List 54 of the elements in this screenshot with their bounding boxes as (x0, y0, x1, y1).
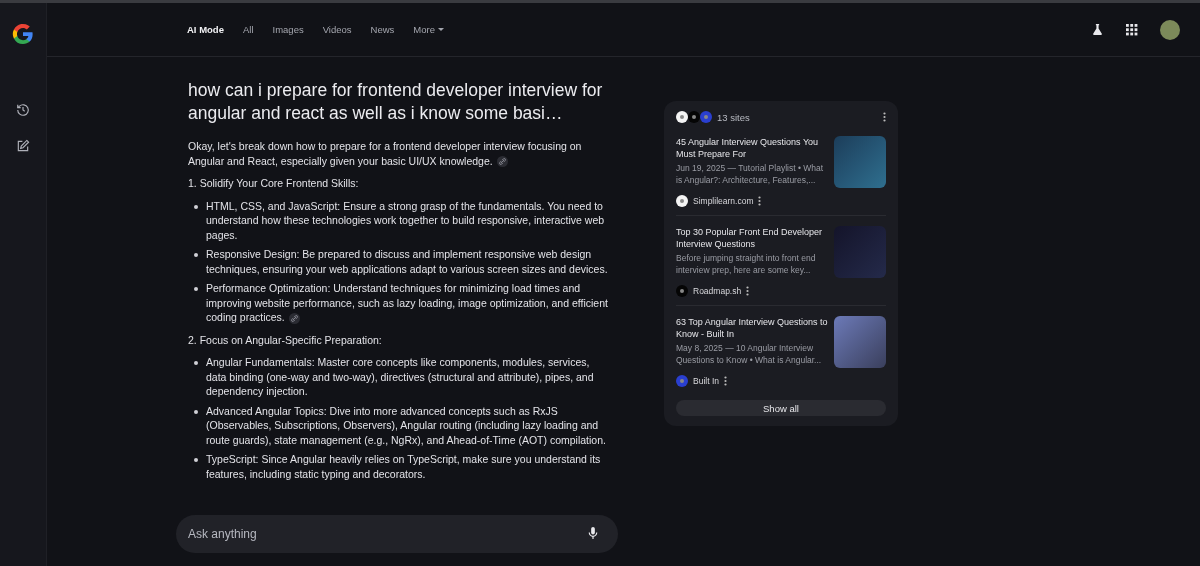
bullet-item: HTML, CSS, and JavaScript: Ensure a strong grasp of the fundamentals. You need to understand how these technologies work together to build responsive, interactive web pages. (206, 198, 606, 242)
show-all-button[interactable]: Show all (676, 400, 886, 416)
source-snippet: May 8, 2025 — 10 Angular Interview Questions to Know • What is Angular... (676, 342, 823, 366)
more-options-icon[interactable] (724, 376, 727, 386)
bullet-icon (194, 204, 198, 209)
apps-grid-icon[interactable] (1126, 23, 1138, 36)
bullet-item: TypeScript: Since Angular heavily relies on TypeScript, make sure you understand its features, including static typing and decorators. (206, 452, 602, 481)
site-logo-icon (676, 111, 688, 123)
site-logo-icon (688, 111, 700, 123)
section-heading: 2. Focus on Angular-Specific Preparation: (188, 332, 383, 347)
photo-placeholder (834, 136, 886, 188)
more-options-icon[interactable] (758, 196, 762, 206)
bullet-item: Responsive Design: Be prepared to discuss and implement responsive web design techniques, ensuring your web applications adapt to various screen sizes and devices. (206, 247, 608, 276)
section-heading: 1. Solidify Your Core Frontend Skills: (188, 176, 360, 191)
sites-count: 13 sites (717, 111, 751, 123)
user-avatar[interactable] (1160, 19, 1180, 40)
bullet-icon (194, 287, 198, 291)
site-logo-icon (700, 111, 712, 123)
edit-icon[interactable] (16, 139, 30, 153)
nav-tab[interactable]: Videos (322, 24, 352, 35)
nav-tab[interactable]: Images (272, 24, 304, 35)
bullet-icon (194, 361, 198, 365)
bullet-icon (194, 458, 198, 462)
caret-icon (438, 27, 444, 32)
source-site[interactable]: Built In (693, 376, 719, 386)
source-site[interactable]: Roadmap.sh (693, 286, 742, 296)
ask-field[interactable]: Ask anything (176, 515, 618, 553)
nav-tab[interactable]: AI Mode (187, 24, 224, 35)
more-options-icon[interactable] (883, 112, 886, 122)
nav-tab[interactable]: All (242, 24, 254, 35)
more-menu[interactable]: More (413, 24, 444, 35)
bullet-icon (194, 253, 198, 257)
source-snippet: Before jumping straight into front end interview prep, here are some key... (676, 252, 817, 276)
microphone-icon[interactable] (588, 527, 598, 540)
answer-paragraph: Okay, let's break down how to prepare for a frontend developer interview focusing on Angular and React, especially given your basic UI/UX knowledge. (188, 139, 583, 168)
link-icon[interactable] (496, 156, 508, 168)
bullet-item: Performance Optimization: Understand techniques for minimizing load times and improving website performance, such as lazy loading, image optimization, and efficient coding practices. (206, 281, 608, 325)
source-title[interactable]: 63 Top Angular Interview Questions to Know - Built In (676, 316, 830, 340)
bullet-icon (194, 409, 198, 414)
source-site[interactable]: Simplilearn.com (693, 196, 754, 206)
history-icon[interactable] (16, 103, 30, 117)
flask-icon[interactable] (1091, 23, 1104, 36)
photo-placeholder (834, 316, 886, 368)
source-title[interactable]: Top 30 Popular Front End Developer Interview Questions (676, 226, 830, 250)
source-snippet: Jun 19, 2025 — Tutorial Playlist • What is Angular?: Architecture, Features,... (676, 162, 825, 186)
bullet-item: Angular Fundamentals: Master core concepts like components, modules, services, data binding (one-way and two-way), directives (structural and attribute), pipes, and dependency injection. (206, 355, 595, 399)
bullet-item: Advanced Angular Topics: Dive into more advanced concepts such as RxJS (Observables, Subscriptions, Observers), Angular routing (including lazy loading and route guards), state management (e.g., NgRx), and Ahead-of-Time (AOT) compilation. (206, 403, 607, 447)
source-title[interactable]: 45 Angular Interview Questions You Must Prepare For (676, 136, 830, 160)
more-options-icon[interactable] (746, 286, 750, 296)
photo-placeholder (834, 226, 886, 278)
query-title: how can i prepare for frontend developer interview for angular and react as well as i know some basi… (188, 79, 604, 125)
google-logo-icon[interactable] (12, 23, 34, 45)
link-icon[interactable] (288, 312, 300, 324)
nav-tab[interactable]: News (370, 24, 395, 35)
